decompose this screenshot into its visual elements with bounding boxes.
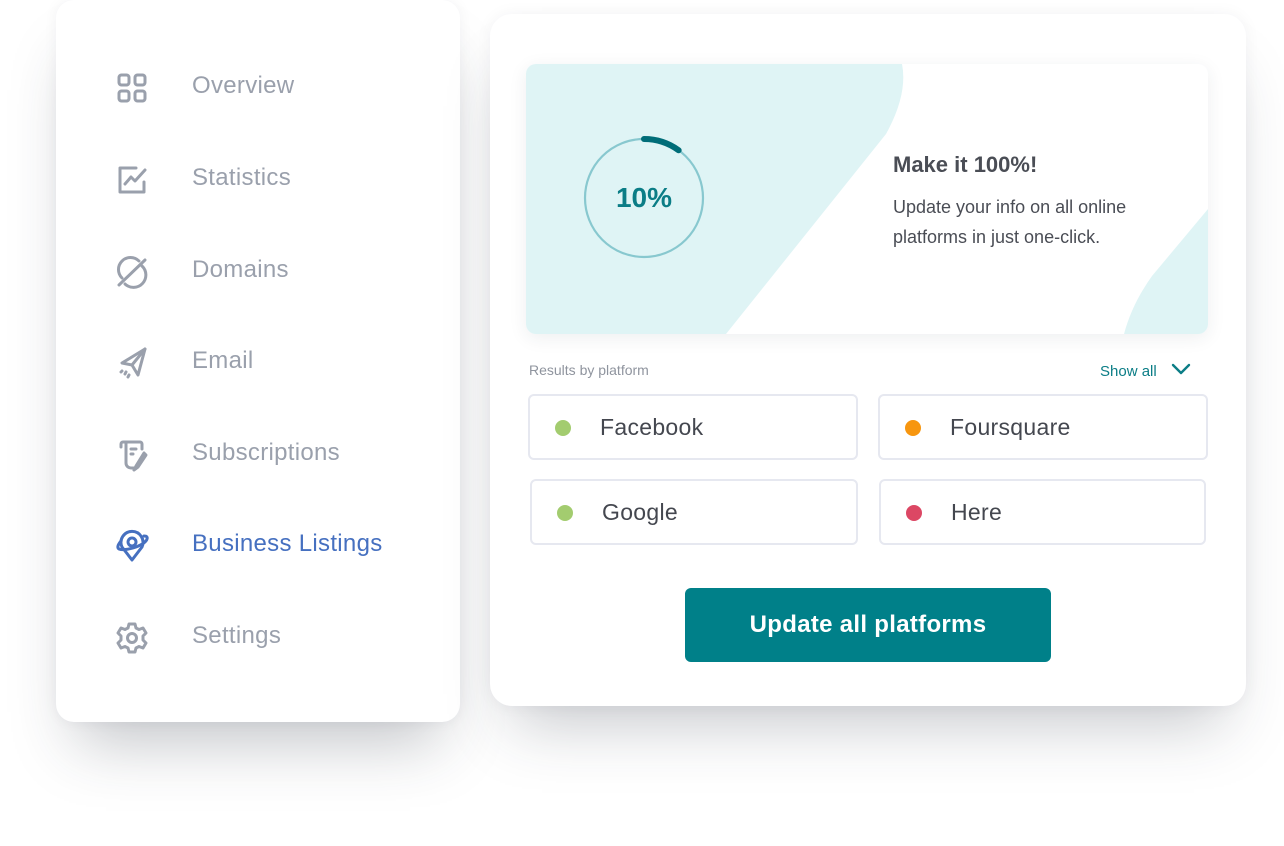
sidebar-item-settings[interactable]: Settings [56, 606, 460, 666]
scroll-pen-icon [112, 435, 152, 475]
sidebar-item-label: Statistics [192, 164, 292, 191]
chart-icon [112, 160, 152, 200]
sidebar-item-business-listings[interactable]: Business Listings [56, 514, 460, 574]
sidebar-item-label: Settings [192, 622, 282, 649]
sidebar-item-overview[interactable]: Overview [56, 56, 460, 116]
paper-plane-icon [112, 343, 152, 383]
sidebar-item-label: Overview [192, 72, 295, 99]
sidebar-item-domains[interactable]: Domains [56, 240, 460, 300]
planet-icon [112, 252, 152, 292]
status-dot [906, 505, 922, 521]
grid-icon [112, 68, 152, 108]
progress-value: 10% [615, 182, 673, 213]
platform-name: Google [602, 499, 678, 525]
sidebar-item-label: Subscriptions [192, 439, 340, 466]
sidebar-nav: Overview Statistics Domains Email Subscr… [56, 0, 460, 722]
sidebar-item-label: Email [192, 347, 254, 374]
update-all-platforms-button[interactable]: Update all platforms [685, 588, 1051, 662]
platform-card[interactable]: Facebook [528, 394, 858, 460]
business-listings-panel: 10% Make it 100%! Update your info on al… [490, 14, 1246, 706]
promo-title: Make it 100%! [893, 152, 1038, 177]
show-all-button[interactable]: Show all [1100, 362, 1191, 380]
gear-icon [112, 618, 152, 658]
sidebar-item-subscriptions[interactable]: Subscriptions [56, 423, 460, 483]
platform-name: Here [951, 499, 1003, 525]
platform-name: Facebook [600, 414, 704, 440]
show-all-label: Show all [1100, 362, 1157, 380]
platform-card[interactable]: Foursquare [878, 394, 1208, 460]
sidebar-item-statistics[interactable]: Statistics [56, 148, 460, 208]
sidebar-item-label: Domains [192, 256, 289, 283]
completion-card: 10% Make it 100%! Update your info on al… [526, 64, 1208, 334]
location-pin-icon [112, 526, 152, 566]
platform-card[interactable]: Google [530, 479, 858, 545]
sidebar-item-label: Business Listings [192, 530, 383, 557]
chevron-down-icon [1171, 362, 1191, 380]
platform-card[interactable]: Here [879, 479, 1206, 545]
sidebar-item-email[interactable]: Email [56, 331, 460, 391]
status-dot [555, 420, 571, 436]
platform-name: Foursquare [950, 414, 1071, 440]
results-heading: Results by platform [529, 362, 649, 378]
status-dot [905, 420, 921, 436]
status-dot [557, 505, 573, 521]
promo-description: Update your info on all online platforms… [893, 197, 1127, 247]
